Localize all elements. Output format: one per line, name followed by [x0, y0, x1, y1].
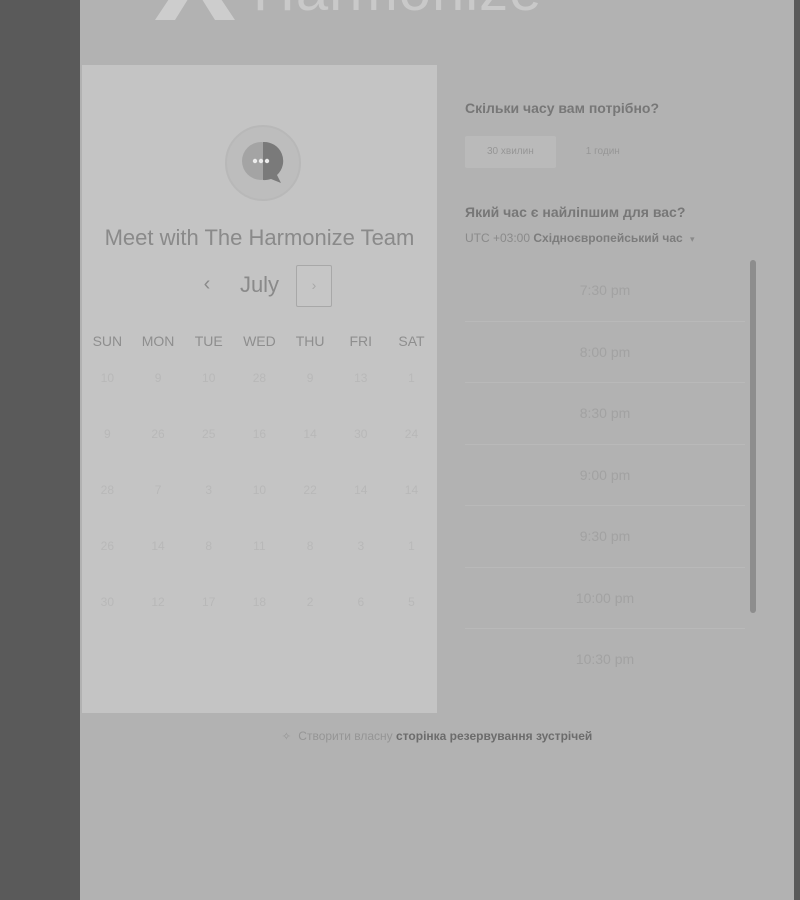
calendar-day: 9: [306, 371, 314, 385]
weekday-sun: SUN: [92, 333, 123, 349]
calendar-day: 9: [104, 427, 111, 441]
create-booking-page-link[interactable]: сторінка резервування зустрічей: [396, 729, 592, 743]
calendar-day: 26: [100, 539, 115, 553]
brand-logo: Harmonize: [155, 0, 542, 25]
weekday-mon: MON: [141, 333, 175, 349]
month-label: July: [239, 272, 280, 297]
calendar-day: 28: [252, 371, 267, 385]
calendar-week: 10 9 10 28 9 13 1: [82, 367, 437, 423]
calendar-day: 8: [306, 539, 314, 553]
calendar-day: 12: [151, 595, 165, 609]
time-slot[interactable]: 7:30 pm: [465, 260, 745, 322]
calendar-day: 25: [202, 427, 216, 441]
meeting-title: Meet with The Harmonize Team: [104, 225, 415, 250]
brand-name: Harmonize: [253, 0, 542, 24]
calendar-day: 3: [205, 483, 213, 497]
calendar-day: 11: [253, 539, 266, 553]
calendar-day: 3: [357, 539, 365, 553]
calendar-day: 1: [408, 371, 415, 385]
weekday-wed: WED: [243, 333, 276, 349]
calendar-week: 9 26 25 16 14 30 24: [82, 423, 437, 479]
calendar-day: 5: [408, 595, 415, 609]
time-slot[interactable]: 8:00 pm: [465, 322, 745, 383]
calendar-day: 8: [205, 539, 213, 553]
duration-1-hour-button[interactable]: 1 годин: [564, 136, 642, 168]
calendar-day: 28: [100, 483, 115, 497]
calendar-day: 10: [202, 371, 216, 385]
duration-question: Скільки часу вам потрібно?: [465, 100, 660, 116]
calendar-day: 6: [357, 595, 365, 609]
chevron-right-icon[interactable]: ›: [296, 265, 332, 307]
calendar-day: 9: [154, 371, 162, 385]
calendar-day: 16: [252, 427, 267, 441]
weekday-sat: SAT: [398, 333, 425, 349]
calendar-day: 2: [306, 595, 314, 609]
calendar-grid: 10 9 10 28 9 13 1 9 26 25 16 14 30 24 28…: [82, 367, 437, 647]
footer-prefix: Створити власну: [298, 729, 393, 743]
calendar-day: 7: [154, 483, 162, 497]
timezone-name: Східноєвропейський час: [533, 231, 683, 245]
footer: ✧ Створити власну сторінка резервування …: [80, 729, 794, 743]
calendar-day: 18: [252, 595, 267, 609]
weekday-tue: TUE: [194, 333, 223, 349]
calendar-day: 14: [354, 483, 368, 497]
time-slot[interactable]: 10:30 pm: [465, 629, 745, 690]
time-slot[interactable]: 10:00 pm: [465, 568, 745, 629]
calendar-day: 10: [252, 483, 267, 497]
time-slot-scrollbar[interactable]: [750, 260, 756, 613]
timezone-offset: UTC +03:00: [465, 231, 531, 245]
month-navigation: ‹ July ›: [82, 265, 437, 307]
time-slot[interactable]: 9:30 pm: [465, 506, 745, 568]
calendar-week: 28 7 3 10 22 14 14: [82, 479, 437, 535]
calendar-day: 24: [404, 427, 419, 441]
avatar: [225, 125, 301, 201]
calendar-week: 26 14 8 11 8 3 1: [82, 535, 437, 591]
calendar-day: 1: [408, 539, 415, 553]
booking-page: Harmonize Meet with The Harmonize Team ‹…: [80, 0, 794, 900]
calendar-day: 14: [404, 483, 419, 497]
chevron-left-icon[interactable]: ‹: [192, 265, 222, 305]
calendar-day: 26: [151, 427, 165, 441]
time-slot[interactable]: 9:00 pm: [465, 445, 745, 506]
timezone-selector[interactable]: UTC +03:00 Східноєвропейський час ▾: [465, 231, 695, 245]
calendar-day: 30: [354, 427, 368, 441]
duration-options: 30 хвилин 1 годин: [465, 136, 650, 168]
weekday-fri: FRI: [349, 333, 373, 349]
time-slot[interactable]: 8:30 pm: [465, 383, 745, 445]
chevron-down-icon: ▾: [690, 234, 695, 244]
calendar-day: 22: [303, 483, 317, 497]
calendar-day: 17: [202, 595, 216, 609]
time-slot-list: 7:30 pm 8:00 pm 8:30 pm 9:00 pm 9:30 pm …: [465, 260, 745, 690]
sparkle-icon: ✧: [281, 731, 291, 743]
calendar-day: 14: [151, 539, 165, 553]
harmonize-logo-icon: [155, 0, 235, 20]
calendar-day: 30: [100, 595, 115, 609]
calendar-day: 13: [354, 371, 368, 385]
weekday-header: SUN MON TUE WED THU FRI SAT: [82, 333, 437, 353]
calendar-day: 10: [100, 371, 115, 385]
chat-bubble-icon: [242, 141, 284, 183]
weekday-thu: THU: [295, 333, 325, 349]
duration-30-min-button[interactable]: 30 хвилин: [465, 136, 556, 168]
time-question: Який час є найліпшим для вас?: [465, 204, 686, 220]
calendar-card: Meet with The Harmonize Team ‹ July › SU…: [82, 65, 437, 713]
calendar-day: 14: [303, 427, 317, 441]
calendar-week: 30 12 17 18 2 6 5: [82, 591, 437, 647]
